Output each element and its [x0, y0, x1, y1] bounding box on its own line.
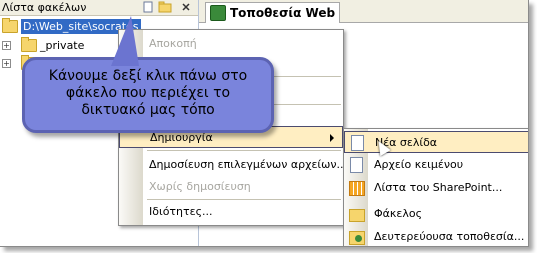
new-page-icon[interactable]: [142, 1, 156, 13]
menu-item-cut[interactable]: Αποκοπή: [119, 33, 343, 55]
callout-balloon: Κάνουμε δεξί κλικ πάνω στο φάκελο που πε…: [22, 16, 274, 133]
page-icon: [350, 157, 363, 173]
new-submenu: Νέα σελίδα Αρχείο κειμένου Λίστα του Sha…: [343, 128, 528, 246]
menu-item-properties[interactable]: Ιδιότητες...: [119, 201, 343, 223]
submenu-item-text-file[interactable]: Αρχείο κειμένου: [344, 154, 528, 176]
tab-web-site[interactable]: Τοποθεσία Web: [205, 2, 340, 23]
folder-icon: [349, 209, 365, 222]
sharepoint-list-icon: [349, 181, 365, 196]
app-window: Λίστα φακέλων D:\Web_site\socrates + _pr…: [0, 0, 529, 247]
submenu-item-new-page[interactable]: Νέα σελίδα: [344, 131, 528, 153]
folder-icon: [21, 37, 37, 52]
menu-item-dont-publish[interactable]: Χωρίς δημοσίευση: [119, 176, 343, 198]
menu-item-publish-selected[interactable]: Δημοσίευση επιλεγμένων αρχείων...: [119, 154, 347, 176]
menu-item-label: Φάκελος: [374, 207, 423, 220]
callout-line: Κάνουμε δεξί κλικ πάνω στο: [48, 68, 248, 84]
tree-item-label[interactable]: _private: [40, 39, 84, 52]
expand-icon[interactable]: +: [2, 59, 11, 68]
submenu-item-sharepoint-list[interactable]: Λίστα του SharePoint...: [344, 177, 528, 199]
submenu-arrow-icon: [330, 134, 334, 142]
menu-item-label: Αποκοπή: [149, 37, 197, 50]
expand-icon[interactable]: +: [2, 41, 11, 50]
callout-text: Κάνουμε δεξί κλικ πάνω στο φάκελο που πε…: [25, 68, 271, 119]
tab-label: Τοποθεσία Web: [230, 6, 336, 20]
folder-icon: [2, 18, 18, 33]
callout-line: φάκελο που περιέχει το: [65, 85, 231, 101]
menu-item-label: Δευτερεύουσα τοποθεσία...: [374, 230, 525, 243]
submenu-item-subsite[interactable]: Δευτερεύουσα τοποθεσία...: [344, 226, 528, 246]
menu-separator: [147, 199, 341, 200]
tree-item[interactable]: + _private: [2, 37, 84, 54]
tab-strip: Τοποθεσία Web: [199, 0, 528, 23]
menu-item-label: Δημοσίευση επιλεγμένων αρχείων...: [149, 158, 347, 171]
subsite-icon: [349, 231, 365, 245]
page-icon: [351, 135, 364, 151]
menu-item-label: Λίστα του SharePoint...: [374, 181, 503, 194]
callout-tail: [111, 16, 139, 66]
folder-pane-title: Λίστα φακέλων: [2, 1, 87, 14]
menu-item-label: Αρχείο κειμένου: [374, 158, 464, 171]
menu-separator: [147, 150, 341, 151]
submenu-item-folder[interactable]: Φάκελος: [344, 203, 528, 225]
menu-item-label: Ιδιότητες...: [149, 205, 213, 218]
web-site-icon: [210, 5, 226, 21]
close-pane-icon[interactable]: [180, 1, 194, 13]
callout-line: δικτυακό μας τόπο: [81, 102, 215, 118]
folder-pane-header: Λίστα φακέλων: [0, 0, 198, 16]
new-folder-icon[interactable]: [158, 1, 172, 13]
menu-item-label: Χωρίς δημοσίευση: [149, 180, 251, 193]
